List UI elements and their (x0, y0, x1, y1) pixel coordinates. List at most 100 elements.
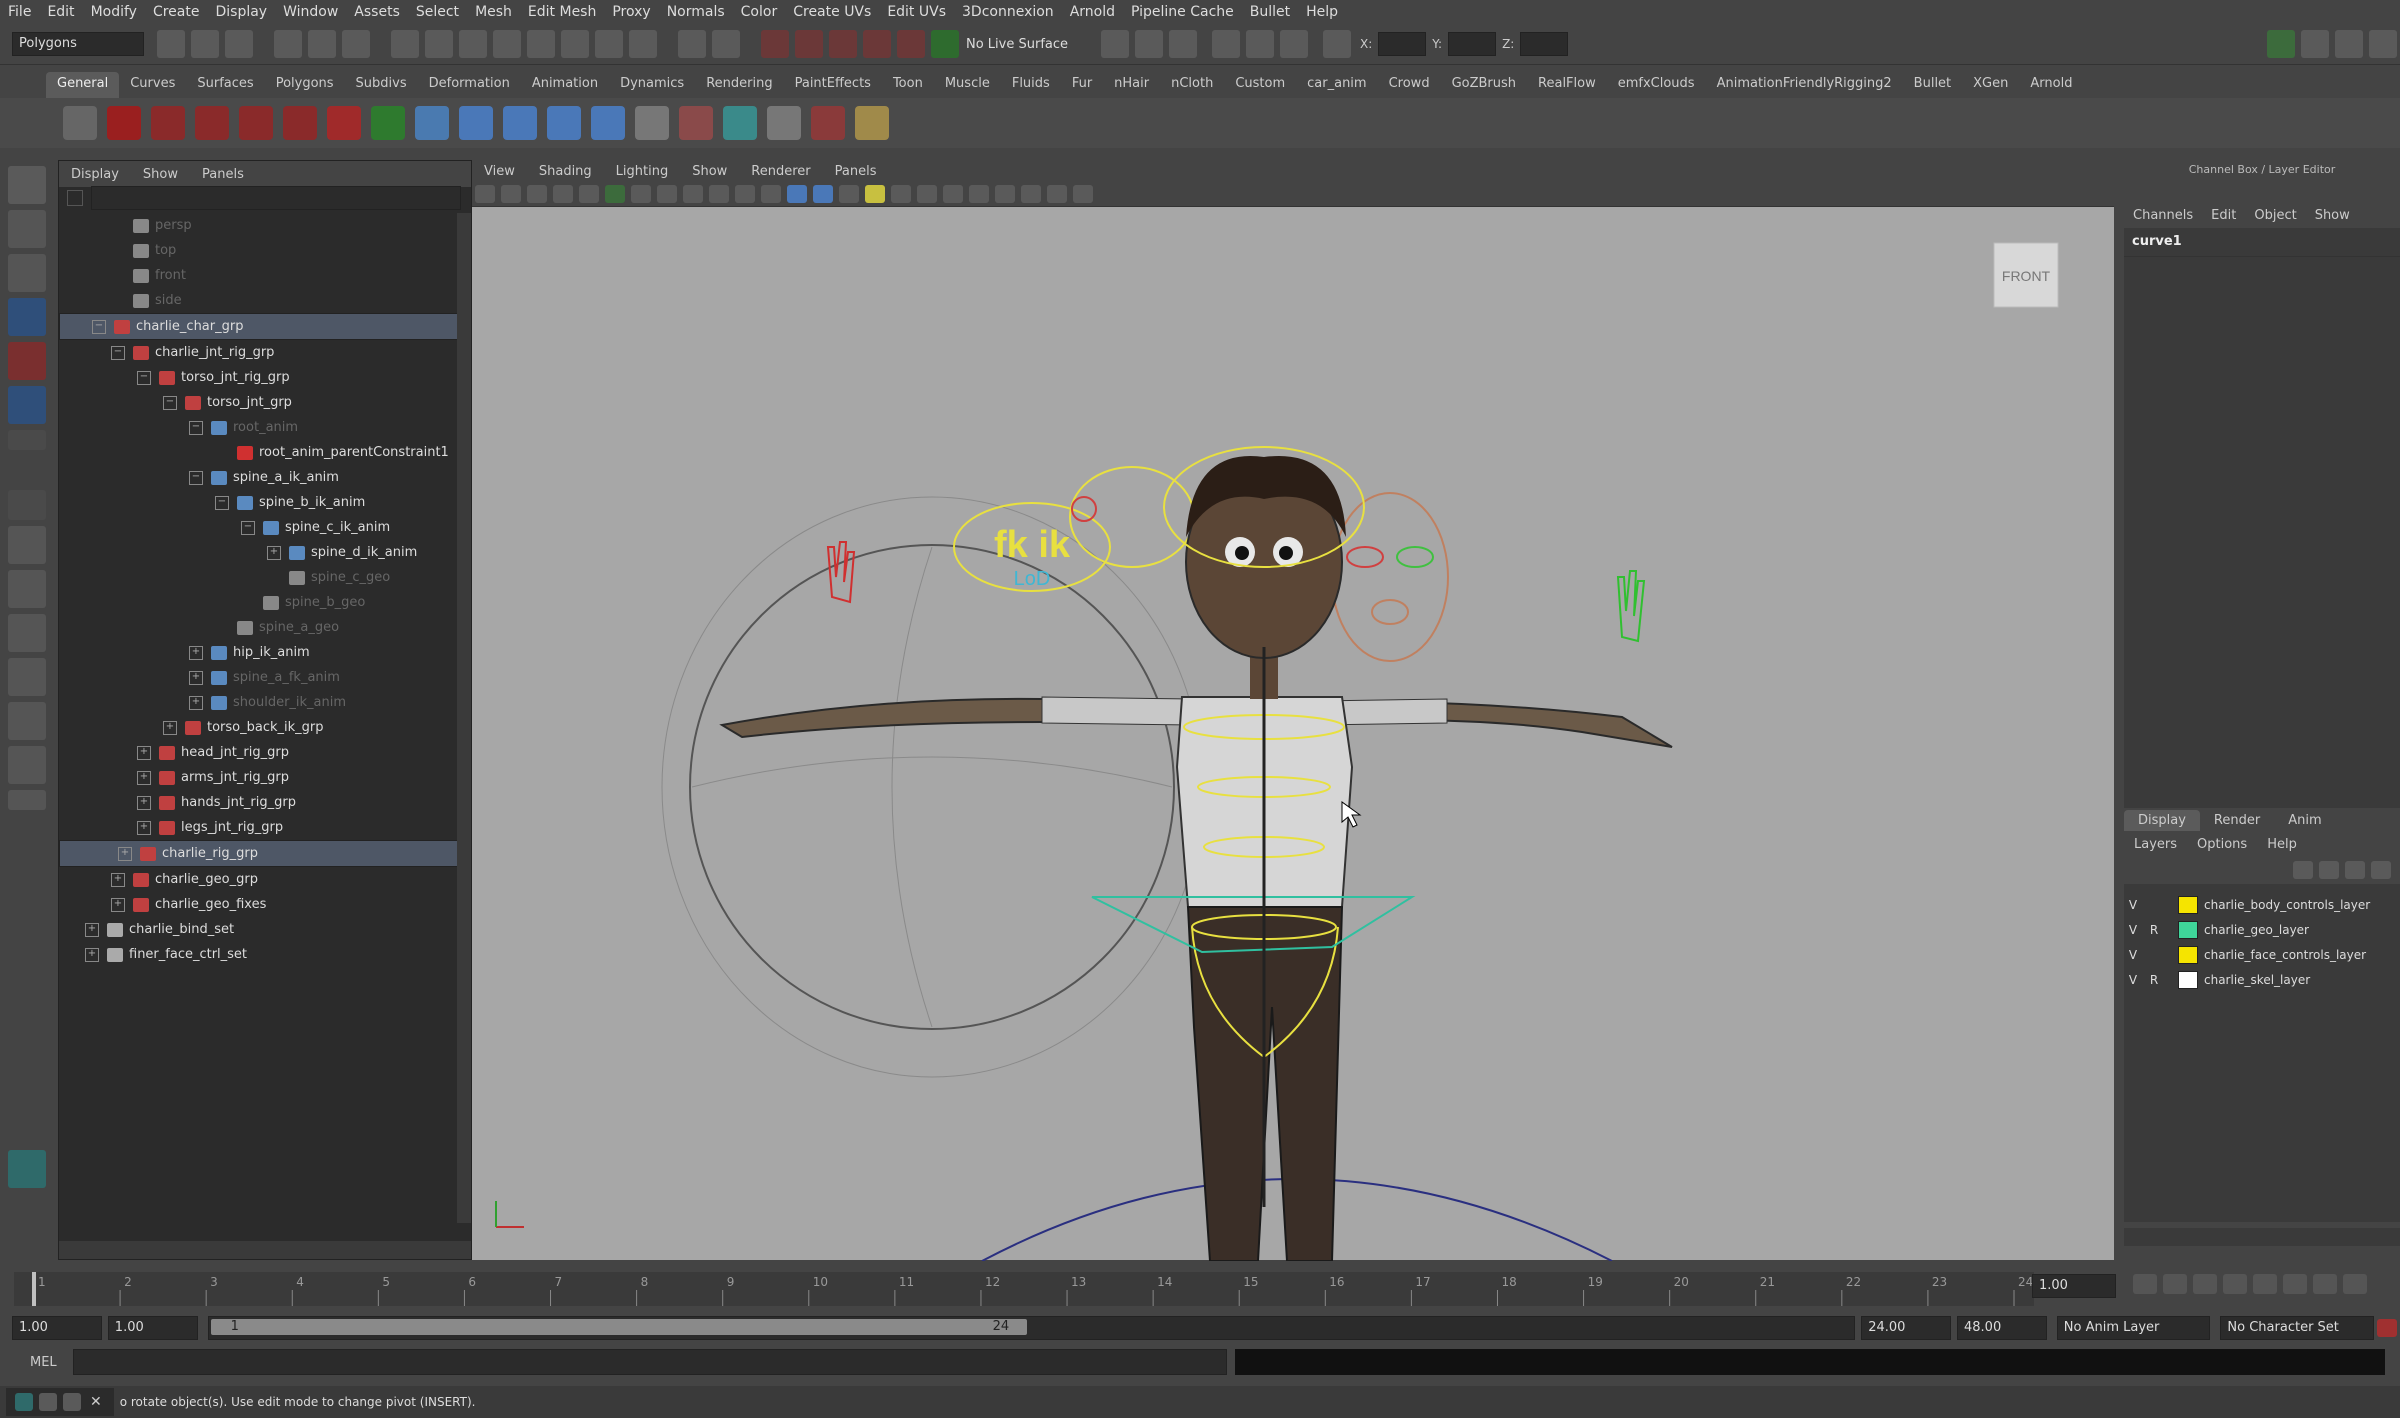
current-frame-input[interactable]: 1.00 (2032, 1274, 2116, 1298)
time-slider-track[interactable] (14, 1272, 2034, 1306)
character-set-dropdown[interactable]: No Character Set (2220, 1316, 2375, 1340)
snap-grid-icon[interactable] (761, 30, 789, 58)
close-icon[interactable]: ✕ (90, 1394, 102, 1410)
outliner-item[interactable]: − spine_a_ik_anim (59, 465, 471, 490)
layer-row[interactable]: Vcharlie_body_controls_layer (2124, 892, 2400, 917)
shelf-tab-rendering[interactable]: Rendering (695, 72, 783, 98)
new-scene-icon[interactable] (157, 30, 185, 58)
layer-row[interactable]: Vcharlie_face_controls_layer (2124, 942, 2400, 967)
viewport-menu-shading[interactable]: Shading (527, 164, 604, 179)
time-slider[interactable]: 1 2 3 4 5 6 7 8 9 10 11 12 13 14 15 16 17 18 19 20 21 22 23 24 … (0, 1262, 2400, 1312)
outliner-item[interactable]: root_anim_parentConstraint1 (59, 440, 471, 465)
anim-layer-dropdown[interactable]: No Anim Layer (2056, 1316, 2211, 1340)
layer-hscrollbar[interactable] (2124, 1228, 2400, 1246)
shelf-tab-custom[interactable]: Custom (1224, 72, 1296, 98)
outliner-item[interactable]: + charlie_geo_grp (59, 867, 471, 892)
menu-modify[interactable]: Modify (83, 4, 145, 20)
mask-deformers-icon[interactable] (527, 30, 555, 58)
ik-handle-icon[interactable] (503, 106, 537, 140)
menu-display[interactable]: Display (207, 4, 275, 20)
expand-toggle-icon[interactable]: + (137, 820, 151, 835)
select-hierarchy-icon[interactable] (274, 30, 302, 58)
outliner-menu-panels[interactable]: Panels (190, 167, 256, 182)
maya-window-icon[interactable] (15, 1393, 33, 1411)
hypershade-icon[interactable] (1246, 30, 1275, 58)
toggle-tool-settings-icon[interactable] (2335, 30, 2363, 58)
outliner-item[interactable]: top (59, 238, 471, 263)
wrench-tool-icon[interactable] (239, 106, 273, 140)
step-back-key-icon[interactable] (2163, 1274, 2187, 1294)
constraint-icon[interactable] (679, 106, 713, 140)
render-settings-icon[interactable] (1169, 30, 1198, 58)
command-lang-label[interactable]: MEL (30, 1355, 57, 1370)
sphere-icon[interactable] (415, 106, 449, 140)
save-scene-icon[interactable] (225, 30, 253, 58)
menu-arnold[interactable]: Arnold (1062, 4, 1123, 20)
render-current-icon[interactable] (1101, 30, 1130, 58)
layer-tab-display[interactable]: Display (2124, 809, 2200, 831)
outliner-item[interactable]: persp (59, 213, 471, 238)
last-tool-icon[interactable] (8, 490, 46, 520)
menu-3dconnexion[interactable]: 3Dconnexion (954, 4, 1062, 20)
paint-weights-icon[interactable] (327, 106, 361, 140)
select-component-icon[interactable] (342, 30, 370, 58)
depth-of-field-icon[interactable] (995, 185, 1015, 203)
select-tool-icon[interactable] (8, 166, 46, 204)
move-layer-up-icon[interactable] (2345, 861, 2365, 879)
outliner-item[interactable]: − torso_jnt_grp (59, 390, 471, 415)
menu-select[interactable]: Select (408, 4, 467, 20)
ipr-render-icon[interactable] (1135, 30, 1164, 58)
skin-tool-icon[interactable] (283, 106, 317, 140)
outliner-item[interactable]: + hip_ik_anim (59, 640, 471, 665)
mask-curves-icon[interactable] (459, 30, 487, 58)
expand-toggle-icon[interactable]: + (118, 846, 132, 861)
outliner-vscrollbar[interactable] (457, 213, 471, 1223)
highlight-selection-icon[interactable] (712, 30, 740, 58)
channel-object-name[interactable]: curve1 (2124, 228, 2400, 256)
shelf-tab-realflow[interactable]: RealFlow (1527, 72, 1607, 98)
expand-toggle-icon[interactable]: + (111, 872, 125, 887)
viewport-menu-lighting[interactable]: Lighting (604, 164, 681, 179)
shelf-tab-polygons[interactable]: Polygons (265, 72, 345, 98)
new-layer-selected-icon[interactable] (2293, 861, 2313, 879)
play-forwards-icon[interactable] (2253, 1274, 2277, 1294)
outliner-item[interactable]: + arms_jnt_rig_grp (59, 765, 471, 790)
ambient-occlusion-icon[interactable] (917, 185, 937, 203)
shelf-tab-general[interactable]: General (46, 72, 120, 98)
open-scene-icon[interactable] (191, 30, 219, 58)
outliner-search-input[interactable] (91, 186, 461, 210)
layer-menu-options[interactable]: Options (2187, 837, 2257, 852)
outliner-item[interactable]: spine_b_geo (59, 590, 471, 615)
expand-toggle-icon[interactable]: + (189, 645, 203, 660)
outliner-item[interactable]: + legs_jnt_rig_grp (59, 815, 471, 840)
expand-toggle-icon[interactable]: + (85, 947, 99, 962)
transform-input-icon[interactable] (1323, 30, 1352, 58)
animation-start-input[interactable]: 1.00 (12, 1316, 102, 1340)
shadows-icon[interactable] (891, 185, 911, 203)
rig-tool-icon[interactable] (195, 106, 229, 140)
gate-mask-icon[interactable] (657, 185, 677, 203)
channel-menu-show[interactable]: Show (2306, 208, 2359, 223)
toggle-attribute-editor-icon[interactable] (2301, 30, 2329, 58)
layer-color-swatch[interactable] (2178, 970, 2198, 989)
menu-mesh[interactable]: Mesh (467, 4, 520, 20)
viewport-menu-panels[interactable]: Panels (823, 164, 889, 179)
isolate-select-icon[interactable] (1021, 185, 1041, 203)
menu-assets[interactable]: Assets (346, 4, 408, 20)
viewport-panel[interactable]: View Shading Lighting Show Renderer Panels (472, 160, 2114, 1261)
safe-title-icon[interactable] (735, 185, 755, 203)
help-icon[interactable] (107, 106, 141, 140)
outliner-item[interactable]: + spine_d_ik_anim (59, 540, 471, 565)
joint-tool-icon[interactable] (459, 106, 493, 140)
outliner-item[interactable]: front (59, 263, 471, 288)
menu-file[interactable]: File (0, 4, 39, 20)
outliner-hscrollbar[interactable] (59, 1241, 471, 1259)
y-input[interactable] (1448, 32, 1497, 56)
channel-menu-edit[interactable]: Edit (2202, 208, 2245, 223)
mask-rendering-icon[interactable] (595, 30, 623, 58)
film-reel-icon[interactable] (63, 106, 97, 140)
layout-persp-graph-icon[interactable] (8, 658, 46, 696)
outliner-item[interactable]: + head_jnt_rig_grp (59, 740, 471, 765)
green-ball-icon[interactable] (371, 106, 405, 140)
layer-visibility-toggle[interactable]: V (2124, 898, 2142, 912)
